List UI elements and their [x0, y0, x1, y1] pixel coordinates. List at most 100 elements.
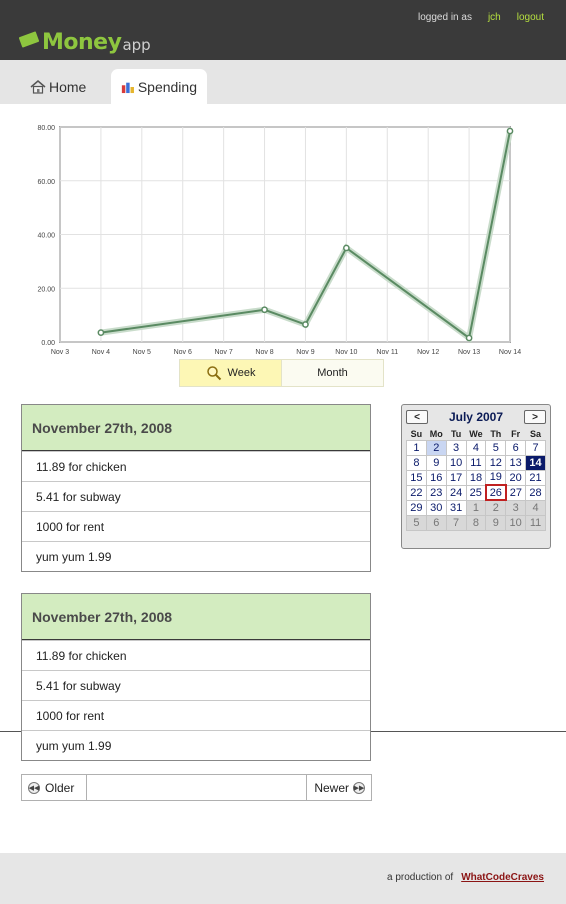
- calendar-prev-button[interactable]: <: [406, 410, 428, 424]
- calendar-day[interactable]: 7: [445, 514, 467, 531]
- calendar-day[interactable]: 11: [525, 514, 546, 531]
- logged-in-label: logged in as: [418, 12, 472, 23]
- calendar-day[interactable]: 1: [465, 499, 487, 516]
- y-tick-label: 0.00: [41, 340, 55, 347]
- calendar-day[interactable]: 6: [505, 439, 527, 456]
- calendar-day[interactable]: 21: [525, 469, 546, 486]
- data-point: [343, 244, 350, 252]
- card-date: November 27th, 2008: [22, 405, 370, 451]
- calendar-day[interactable]: 9: [485, 514, 507, 531]
- expense-item[interactable]: 1000 for rent: [22, 511, 370, 541]
- calendar-day[interactable]: 24: [445, 484, 467, 501]
- calendar-day[interactable]: 5: [485, 439, 507, 456]
- calendar-day[interactable]: 10: [445, 454, 467, 471]
- expense-item[interactable]: yum yum 1.99: [22, 730, 370, 760]
- calendar-day[interactable]: 26: [484, 484, 507, 501]
- calendar-day[interactable]: 2: [485, 499, 507, 516]
- calendar-day[interactable]: 28: [525, 484, 546, 501]
- calendar-day[interactable]: 16: [425, 469, 447, 486]
- footer: a production of WhatCodeCraves: [0, 853, 566, 904]
- expense-item[interactable]: 1000 for rent: [22, 700, 370, 730]
- data-point: [465, 334, 473, 342]
- x-tick-label: Nov 12: [417, 349, 439, 356]
- calendar-day[interactable]: 31: [445, 499, 467, 516]
- money-icon: [18, 31, 40, 48]
- tab-home[interactable]: Home: [20, 69, 96, 104]
- tab-spending[interactable]: Spending: [111, 69, 207, 104]
- calendar-day[interactable]: 23: [425, 484, 447, 501]
- calendar-day[interactable]: 8: [406, 454, 427, 471]
- newer-label: Newer: [314, 780, 349, 795]
- rewind-icon: ◀◀: [28, 781, 40, 794]
- expense-item[interactable]: 5.41 for subway: [22, 670, 370, 700]
- x-tick-label: Nov 10: [335, 349, 357, 356]
- calendar-day[interactable]: 30: [425, 499, 447, 516]
- data-point: [97, 329, 105, 336]
- newer-button[interactable]: Newer ▶▶: [306, 775, 371, 800]
- expense-item[interactable]: 11.89 for chicken: [22, 451, 370, 481]
- x-tick-label: Nov 11: [376, 349, 398, 356]
- y-tick-label: 60.00: [37, 179, 55, 186]
- calendar-day[interactable]: 12: [485, 454, 507, 471]
- logo-sub-text: app: [122, 36, 151, 54]
- calendar-day[interactable]: 25: [465, 484, 487, 501]
- footer-company-link[interactable]: WhatCodeCraves: [461, 872, 544, 883]
- calendar-day[interactable]: 11: [465, 454, 487, 471]
- calendar-day[interactable]: 17: [445, 469, 467, 486]
- calendar-day[interactable]: 7: [525, 439, 546, 456]
- calendar-widget: < July 2007 > Su Mo Tu We Th Fr Sa 12345…: [401, 404, 551, 549]
- calendar-day[interactable]: 8: [465, 514, 487, 531]
- calendar-day[interactable]: 19: [485, 469, 507, 486]
- calendar-day[interactable]: 9: [425, 454, 447, 471]
- calendar-day[interactable]: 2: [425, 439, 447, 456]
- y-tick-label: 40.00: [37, 233, 55, 240]
- calendar-day[interactable]: 20: [505, 469, 527, 486]
- calendar-day[interactable]: 6: [425, 514, 447, 531]
- older-button[interactable]: ◀◀ Older: [22, 775, 87, 800]
- calendar-day[interactable]: 4: [465, 439, 487, 456]
- weekday-label: Tu: [450, 428, 462, 439]
- weekday-label: Mo: [429, 428, 443, 439]
- range-toggle: Week Month: [179, 359, 384, 387]
- chart-svg: Nov 3 Nov 4 Nov 5 Nov 6 Nov 7 Nov 8 Nov 9 Nov 1…: [37, 125, 521, 356]
- x-tick-label: Nov 4: [92, 349, 110, 356]
- calendar-next-button[interactable]: >: [523, 410, 546, 424]
- app-logo[interactable]: Money app: [18, 30, 151, 54]
- expense-card: November 27th, 2008 11.89 for chicken 5.…: [21, 593, 371, 761]
- calendar-day[interactable]: 10: [505, 514, 527, 531]
- calendar-day[interactable]: 14: [525, 454, 546, 471]
- month-label: Month: [317, 367, 348, 379]
- fast-forward-icon: ▶▶: [353, 781, 365, 794]
- bar-chart-icon: [121, 82, 134, 93]
- month-button[interactable]: Month: [282, 360, 383, 386]
- calendar-day[interactable]: 15: [406, 469, 427, 486]
- expense-item[interactable]: yum yum 1.99: [22, 541, 370, 571]
- calendar-day[interactable]: 1: [406, 439, 427, 456]
- footer-production-label: a production of: [387, 872, 454, 883]
- calendar-day[interactable]: 4: [525, 499, 546, 516]
- expense-item[interactable]: 11.89 for chicken: [22, 640, 370, 670]
- calendar-day[interactable]: 3: [505, 499, 527, 516]
- x-tick-label: Nov 14: [499, 349, 521, 356]
- card-date: November 27th, 2008: [22, 594, 370, 640]
- y-tick-label: 20.00: [37, 286, 55, 293]
- calendar-day[interactable]: 29: [406, 499, 427, 516]
- username-link[interactable]: jch: [488, 12, 501, 23]
- week-label: Week: [227, 367, 256, 379]
- x-tick-label: Nov 13: [458, 349, 480, 356]
- calendar-day[interactable]: 18: [465, 469, 487, 486]
- weekday-label: Sa: [530, 428, 542, 439]
- calendar-day[interactable]: 13: [505, 454, 527, 471]
- calendar-day[interactable]: 22: [406, 484, 427, 501]
- calendar-day[interactable]: 27: [505, 484, 527, 501]
- logout-link[interactable]: logout: [517, 12, 544, 23]
- y-tick-label: 80.00: [37, 125, 55, 132]
- calendar-day[interactable]: 3: [445, 439, 467, 456]
- week-button[interactable]: Week: [180, 360, 282, 386]
- x-tick-label: Nov 3: [51, 349, 69, 356]
- weekday-label: Th: [490, 428, 502, 439]
- x-tick-label: Nov 8: [255, 349, 273, 356]
- expense-item[interactable]: 5.41 for subway: [22, 481, 370, 511]
- x-tick-label: Nov 9: [296, 349, 314, 356]
- calendar-day[interactable]: 5: [406, 514, 427, 531]
